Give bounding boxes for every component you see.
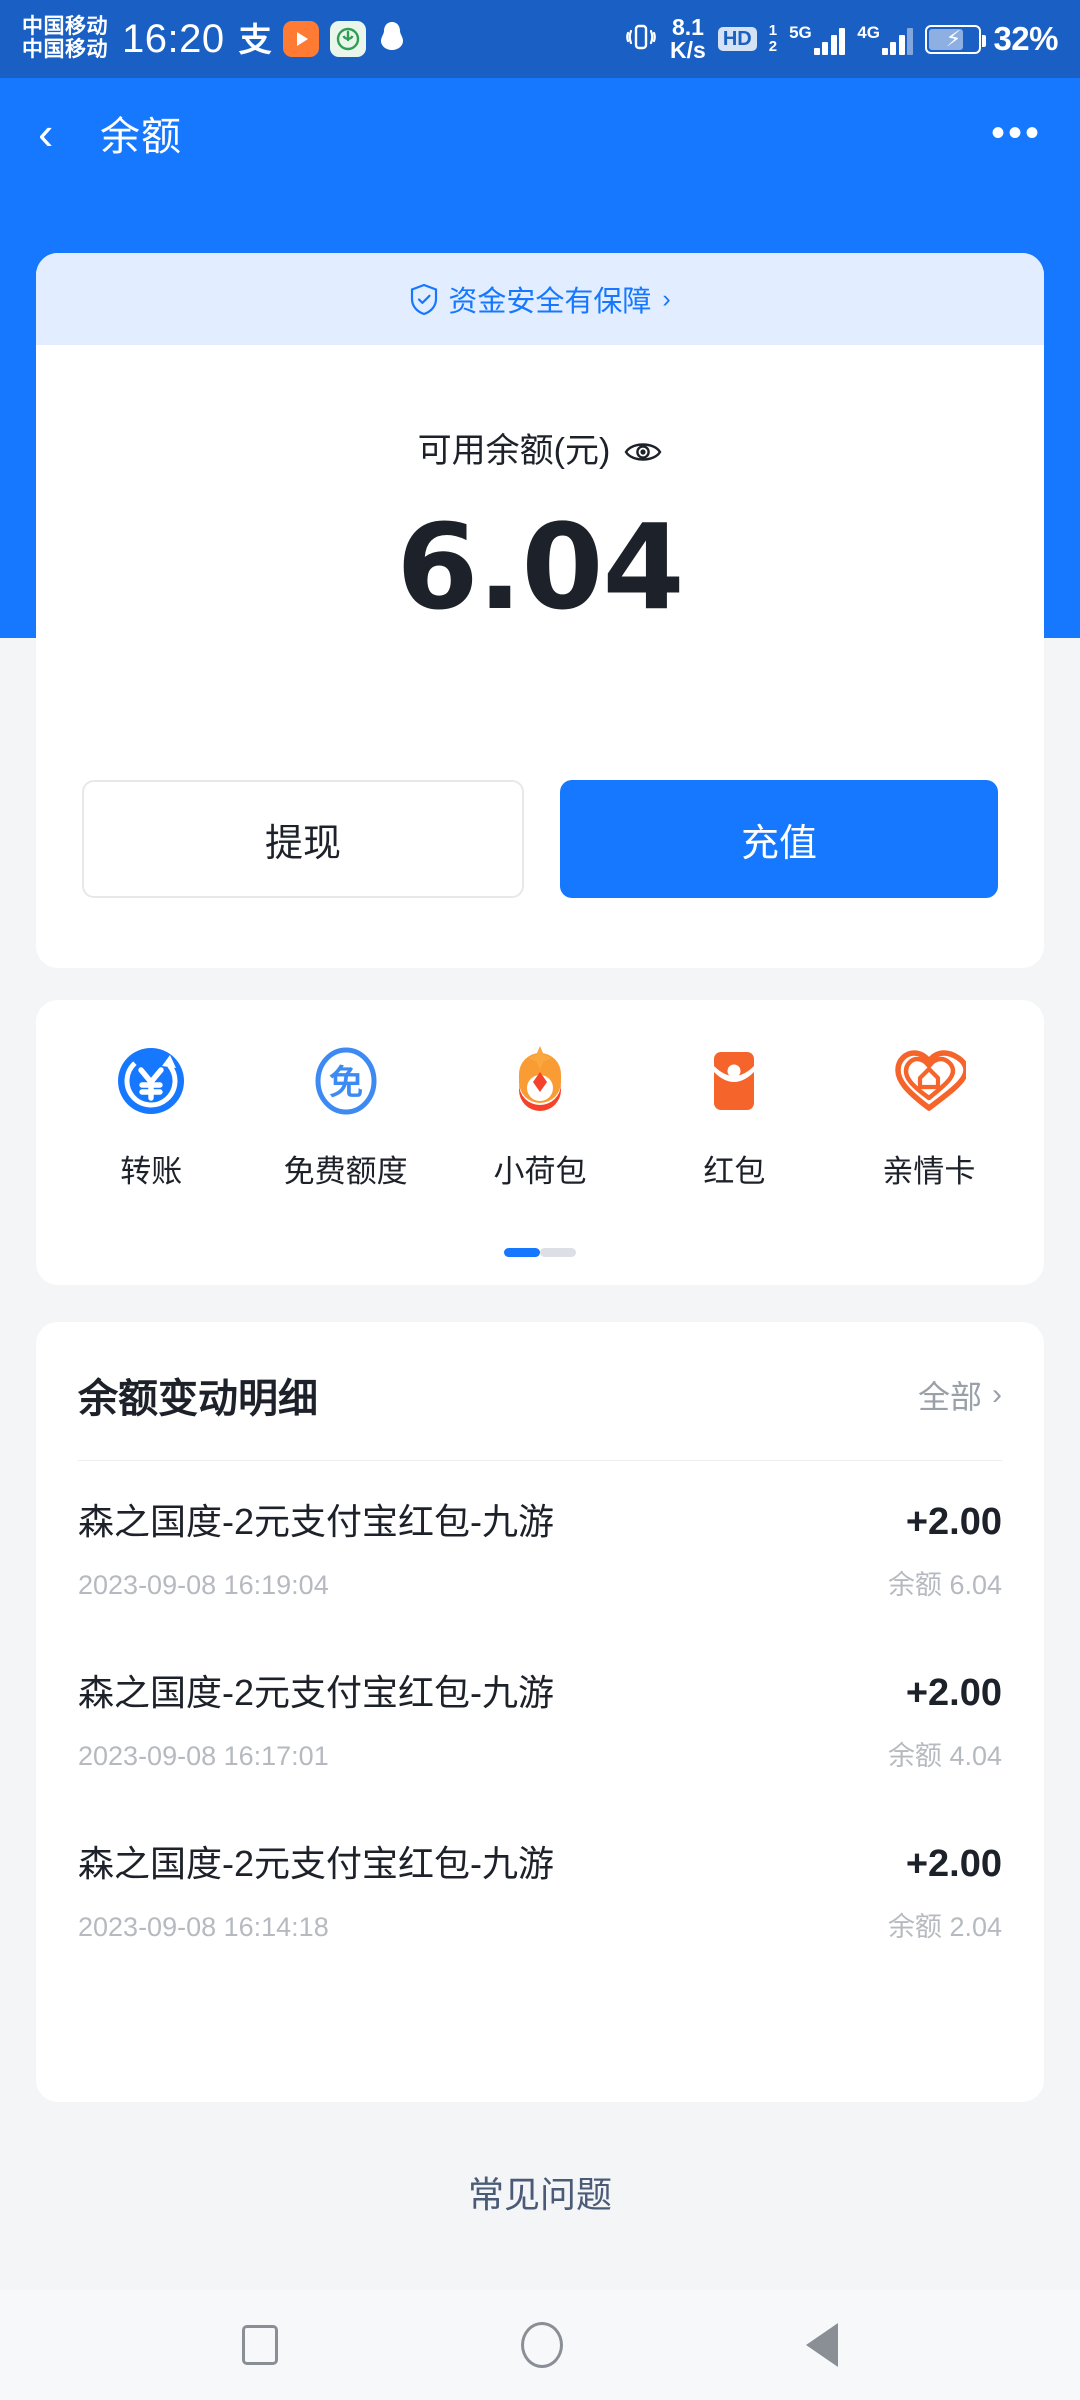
- android-nav-bar: [0, 2290, 1080, 2400]
- vibrate-icon: [624, 20, 658, 59]
- transaction-balance: 余额 2.04: [887, 1912, 1002, 1942]
- svg-text:免: 免: [329, 1063, 363, 1103]
- signal-4g-label: 4G: [857, 22, 880, 42]
- status-bar-right: 8.1 K/s HD 1 2 5G 4G ⚡ 32%: [624, 13, 1058, 63]
- pagination-dot-active: [504, 1248, 540, 1257]
- carrier-sim2: 中国移动: [22, 38, 108, 61]
- withdraw-button[interactable]: 提现: [82, 780, 524, 898]
- transaction-date: 2023-09-08 16:19:04: [78, 1570, 329, 1600]
- balance-amount: 6.04: [396, 498, 684, 636]
- phone-screen: 中国移动 中国移动 16:20 支 8.1 K/s HD 1 2 5G 4G ⚡…: [0, 0, 1080, 2400]
- battery-charging-icon: ⚡: [925, 24, 987, 54]
- chevron-right-icon: ›: [662, 284, 671, 313]
- back-nav-icon[interactable]: [806, 2323, 839, 2367]
- transaction-balance: 余额 4.04: [887, 1741, 1002, 1771]
- shortcut-pocket[interactable]: 小荷包: [443, 1042, 637, 1191]
- sim-indicator: 1 2: [769, 23, 777, 55]
- network-speed-unit: K/s: [670, 37, 706, 63]
- shortcut-label: 亲情卡: [882, 1154, 976, 1189]
- red-packet-icon: [695, 1042, 773, 1120]
- signal-5g: 5G: [789, 22, 846, 55]
- transaction-amount: +2.00: [905, 1672, 1002, 1714]
- transaction-primary-line: 森之国度-2元支付宝红包-九游 +2.00: [78, 1664, 1002, 1716]
- charging-app-icon: [329, 21, 366, 57]
- topup-button[interactable]: 充值: [560, 780, 998, 898]
- available-balance-label: 可用余额(元): [417, 432, 611, 470]
- transaction-name: 森之国度-2元支付宝红包-九游: [78, 1843, 554, 1884]
- signal-4g-bars: [881, 27, 914, 55]
- transaction-amount: +2.00: [905, 1843, 1002, 1885]
- table-row[interactable]: 森之国度-2元支付宝红包-九游 +2.00 2023-09-08 16:17:0…: [78, 1632, 1002, 1803]
- signal-4g: 4G: [857, 22, 914, 55]
- hd-icon: HD: [717, 27, 757, 51]
- transaction-date: 2023-09-08 16:14:18: [78, 1912, 329, 1942]
- carrier-labels: 中国移动 中国移动: [22, 16, 108, 61]
- shortcut-red-packet[interactable]: 红包: [637, 1042, 831, 1191]
- transaction-amount: +2.00: [905, 1501, 1002, 1543]
- shortcut-label: 小荷包: [493, 1154, 587, 1189]
- table-row[interactable]: 森之国度-2元支付宝红包-九游 +2.00 2023-09-08 16:19:0…: [78, 1461, 1002, 1632]
- shortcuts-row: 转账 免 免费额度 小荷包 红包 亲情卡: [36, 1000, 1044, 1191]
- shortcut-transfer[interactable]: 转账: [54, 1042, 248, 1191]
- shortcut-family-card[interactable]: 亲情卡: [832, 1042, 1026, 1191]
- shortcut-label: 红包: [703, 1154, 766, 1189]
- transaction-secondary-line: 2023-09-08 16:17:01 余额 4.04: [78, 1734, 1002, 1773]
- home-icon[interactable]: [520, 2322, 563, 2368]
- app-header: ‹ 余额 •••: [0, 78, 1080, 188]
- transactions-title: 余额变动明细: [78, 1377, 318, 1421]
- shortcuts-card: 转账 免 免费额度 小荷包 红包 亲情卡: [36, 1000, 1044, 1285]
- view-all-label: 全部: [917, 1379, 982, 1415]
- chevron-right-icon: ›: [992, 1378, 1002, 1411]
- pagination-dot: [540, 1248, 576, 1257]
- more-options-icon[interactable]: •••: [991, 113, 1042, 153]
- balance-card: 资金安全有保障 › 可用余额(元) 6.04 提现 充值: [36, 253, 1044, 968]
- balance-action-row: 提现 充值: [36, 780, 1044, 898]
- transaction-primary-line: 森之国度-2元支付宝红包-九游 +2.00: [78, 1493, 1002, 1545]
- shortcuts-pagination[interactable]: [36, 1248, 1044, 1257]
- shield-icon: [409, 283, 439, 316]
- table-row[interactable]: 森之国度-2元支付宝红包-九游 +2.00 2023-09-08 16:14:1…: [78, 1803, 1002, 1974]
- pocket-icon: [501, 1042, 579, 1120]
- carrier-sim1: 中国移动: [22, 15, 108, 39]
- shortcut-free-quota[interactable]: 免 免费额度: [248, 1042, 442, 1191]
- transaction-secondary-line: 2023-09-08 16:19:04 余额 6.04: [78, 1563, 1002, 1602]
- recents-icon[interactable]: [241, 2325, 278, 2365]
- faq-link[interactable]: 常见问题: [0, 2166, 1080, 2218]
- transactions-header: 余额变动明细 全部 ›: [78, 1322, 1002, 1460]
- sim-2-label: 2: [768, 38, 778, 55]
- qq-icon: [377, 20, 407, 59]
- transaction-balance: 余额 6.04: [887, 1570, 1002, 1600]
- family-card-icon: [890, 1042, 968, 1120]
- status-bar: 中国移动 中国移动 16:20 支 8.1 K/s HD 1 2 5G 4G ⚡…: [0, 0, 1080, 78]
- signal-5g-bars: [813, 27, 846, 55]
- clock: 16:20: [122, 16, 225, 61]
- sim-1-label: 1: [768, 22, 778, 40]
- network-speed-value: 8.1: [671, 13, 704, 40]
- transaction-primary-line: 森之国度-2元支付宝红包-九游 +2.00: [78, 1835, 1002, 1887]
- funds-safety-label: 资金安全有保障: [448, 286, 652, 318]
- funds-safety-banner[interactable]: 资金安全有保障 ›: [36, 253, 1044, 345]
- shortcut-label: 免费额度: [283, 1154, 408, 1189]
- transaction-name: 森之国度-2元支付宝红包-九游: [78, 1501, 554, 1542]
- network-speed: 8.1 K/s: [670, 13, 706, 63]
- battery-percent: 32%: [993, 20, 1058, 57]
- free-quota-icon: 免: [307, 1042, 385, 1120]
- transfer-icon: [112, 1042, 190, 1120]
- signal-5g-label: 5G: [789, 22, 812, 42]
- page-title: 余额: [100, 115, 182, 159]
- transaction-name: 森之国度-2元支付宝红包-九游: [78, 1672, 554, 1713]
- eye-icon[interactable]: [624, 435, 662, 461]
- shortcut-label: 转账: [120, 1154, 183, 1189]
- transaction-date: 2023-09-08 16:17:01: [78, 1741, 329, 1771]
- transaction-secondary-line: 2023-09-08 16:14:18 余额 2.04: [78, 1905, 1002, 1944]
- notification-icons: 支: [239, 20, 407, 59]
- available-balance-row: 可用余额(元): [36, 423, 1044, 472]
- video-app-icon: [282, 21, 319, 57]
- alipay-icon: 支: [238, 20, 272, 58]
- transactions-card: 余额变动明细 全部 › 森之国度-2元支付宝红包-九游 +2.00 2023-0…: [36, 1322, 1044, 2102]
- view-all-button[interactable]: 全部 ›: [918, 1372, 1002, 1418]
- back-icon[interactable]: ‹: [38, 110, 90, 156]
- status-bar-left: 中国移动 中国移动 16:20 支: [22, 16, 407, 61]
